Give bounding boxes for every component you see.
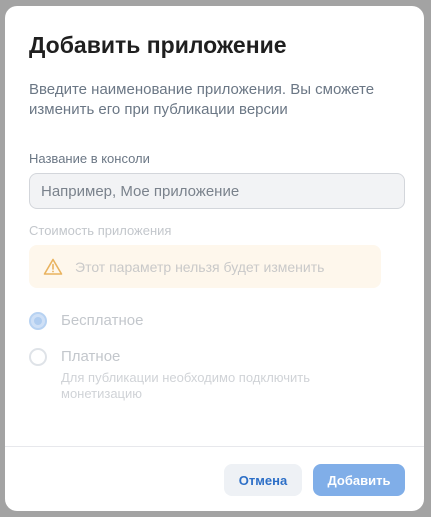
footer-divider (5, 446, 424, 447)
warning-banner: Этот параметр нельзя будет изменить (29, 245, 381, 288)
warning-text: Этот параметр нельзя будет изменить (75, 258, 325, 275)
radio-paid-sublabel: Для публикации необходимо подключить мон… (61, 370, 311, 401)
radio-free-indicator[interactable] (29, 312, 47, 330)
cancel-button[interactable]: Отмена (224, 464, 302, 496)
app-name-input[interactable] (29, 173, 405, 209)
add-button[interactable]: Добавить (313, 464, 405, 496)
radio-free[interactable]: Бесплатное (29, 311, 143, 331)
add-app-dialog: Добавить приложение Введите наименование… (5, 6, 424, 511)
name-field-label: Название в консоли (29, 151, 150, 166)
radio-paid-label: Платное (61, 348, 121, 365)
dialog-title: Добавить приложение (29, 32, 287, 58)
radio-paid-indicator[interactable] (29, 348, 47, 366)
warning-triangle-icon (43, 258, 63, 275)
cost-label: Стоимость приложения (29, 223, 172, 238)
dialog-description: Введите наименование приложения. Вы смож… (29, 81, 375, 118)
radio-free-label: Бесплатное (61, 312, 144, 329)
radio-paid[interactable]: Платное Для публикации необходимо подклю… (29, 347, 351, 402)
